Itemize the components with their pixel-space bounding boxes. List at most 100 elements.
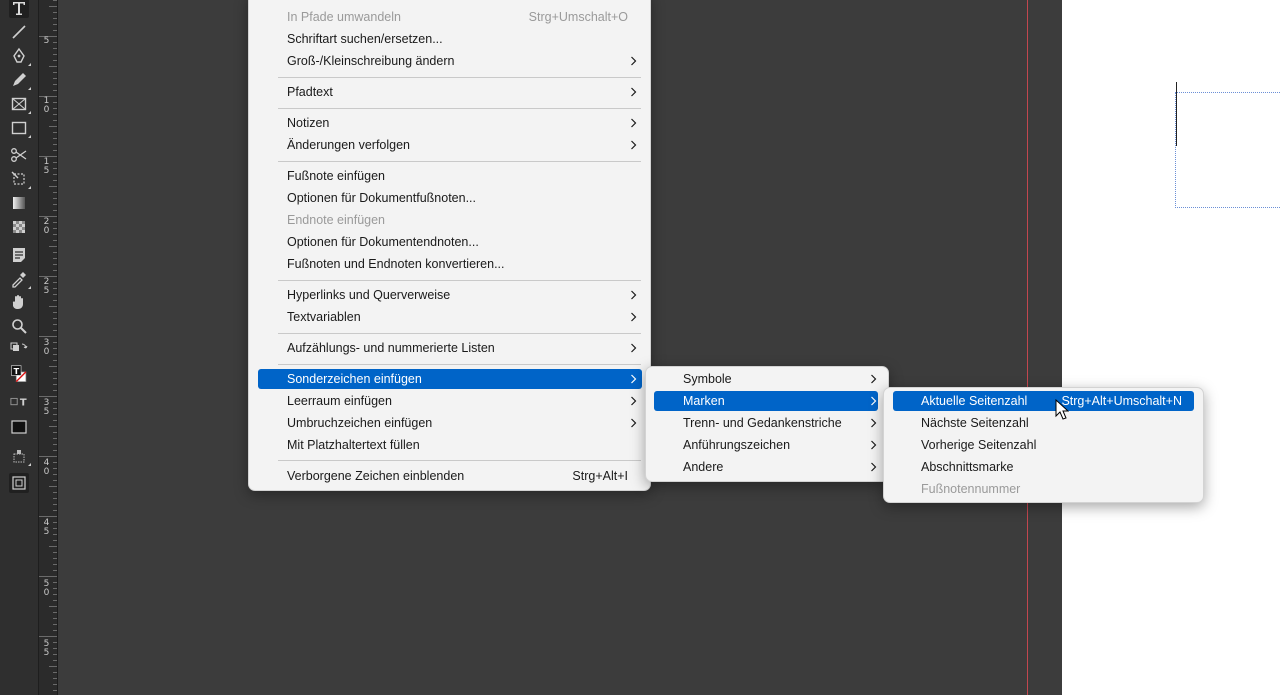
view-mode-icon[interactable] (9, 473, 29, 493)
menu-item-aktuelle-seitenzahl[interactable]: Aktuelle Seitenzahl Strg+Alt+Umschalt+N (893, 391, 1194, 411)
ruler-tick (39, 636, 57, 637)
ruler-label: 5 (43, 527, 50, 538)
pen-tool-icon[interactable] (9, 46, 31, 66)
menu-item-abschnittsmarke[interactable]: Abschnittsmarke (893, 457, 1194, 477)
ruler-tick (53, 258, 57, 259)
vertical-ruler: 51015202530354045505560 (39, 0, 58, 695)
gradient-feather-tool-icon[interactable] (9, 217, 29, 237)
mouse-cursor-icon (1055, 399, 1069, 420)
pencil-tool-icon[interactable] (9, 70, 31, 90)
ruler-tick (53, 234, 57, 235)
menu-item-label: Textvariablen (287, 310, 361, 324)
rectangle-tool-icon[interactable] (9, 118, 31, 138)
ruler-tick (53, 30, 57, 31)
scissors-tool-icon[interactable] (9, 145, 29, 165)
menu-item-leerraum-einfugen[interactable]: Leerraum einfügen (258, 391, 642, 411)
ruler-tick (53, 24, 57, 25)
menu-item-anfuhrungszeichen[interactable]: Anführungszeichen (654, 435, 878, 455)
menu-item-label: Abschnittsmarke (921, 460, 1014, 474)
menu-item-sonderzeichen-einfugen[interactable]: Sonderzeichen einfügen (258, 369, 642, 389)
menu-item-aufzahlungs-und-nummerierte-listen[interactable]: Aufzählungs- und nummerierte Listen (258, 338, 642, 358)
ruler-tick (53, 354, 57, 355)
menu-item-nachste-seitenzahl[interactable]: Nächste Seitenzahl (893, 413, 1194, 433)
ruler-tick (49, 666, 57, 667)
fill-stroke-swatch-icon[interactable]: T (7, 361, 31, 387)
ruler-tick (53, 270, 57, 271)
ruler-label: 5 (43, 36, 50, 46)
ruler-tick (53, 18, 57, 19)
ruler-tick (53, 384, 57, 385)
ruler-tick (53, 480, 57, 481)
type-tool-icon[interactable] (9, 0, 29, 18)
menu-item-notizen[interactable]: Notizen (258, 113, 642, 133)
ruler-tick (53, 588, 57, 589)
menu-item-marken[interactable]: Marken (654, 391, 878, 411)
ruler-tick (53, 78, 57, 79)
ruler-tick (53, 654, 57, 655)
ruler-tick (53, 330, 57, 331)
ruler-tick (53, 102, 57, 103)
zoom-tool-icon[interactable] (9, 316, 29, 336)
menu-item-label: Optionen für Dokumentfußnoten... (287, 191, 476, 205)
ruler-tick (53, 222, 57, 223)
menu-item-hyperlinks-und-querverweise[interactable]: Hyperlinks und Querverweise (258, 285, 642, 305)
menu-separator (278, 280, 641, 281)
ruler-label: 0 (43, 346, 50, 357)
menu-item-symbole[interactable]: Symbole (654, 369, 878, 389)
menu-item-label: Trenn- und Gedankenstriche (683, 416, 842, 430)
menu-item-label: Vorherige Seitenzahl (921, 438, 1037, 452)
ruler-tick (53, 660, 57, 661)
text-frame[interactable] (1175, 92, 1280, 208)
ruler-tick (53, 192, 57, 193)
ruler-tick (53, 522, 57, 523)
swap-colors-icon[interactable] (9, 341, 29, 355)
ruler-tick (53, 372, 57, 373)
menu-item-label: In Pfade umwandeln (287, 10, 401, 24)
menu-separator (278, 460, 641, 461)
menu-item-andere[interactable]: Andere (654, 457, 878, 477)
note-tool-icon[interactable] (9, 245, 29, 265)
menu-item-shortcut: Strg+Umschalt+O (528, 10, 628, 24)
menu-item-textvariablen[interactable]: Textvariablen (258, 307, 642, 327)
free-transform-tool-icon[interactable] (9, 169, 31, 189)
menu-separator (278, 161, 641, 162)
menu-item-vorherige-seitenzahl[interactable]: Vorherige Seitenzahl (893, 435, 1194, 455)
menu-item-trenn-und-gedankenstriche[interactable]: Trenn- und Gedankenstriche (654, 413, 878, 433)
menu-item-mit-platzhaltertext-fullen[interactable]: Mit Platzhaltertext füllen (258, 435, 642, 455)
gradient-swatch-tool-icon[interactable] (9, 193, 29, 213)
submenu-chevron-icon (630, 374, 637, 384)
ruler-tick (53, 318, 57, 319)
menu-item-label: Notizen (287, 116, 330, 130)
menu-item-fussnoten-und-endnoten-konvertieren[interactable]: Fußnoten und Endnoten konvertieren... (258, 254, 642, 274)
menu-item-optionen-fur-dokumentfussnoten[interactable]: Optionen für Dokumentfußnoten... (258, 188, 642, 208)
ruler-label: 0 (43, 467, 50, 478)
formatting-affects-container-icon[interactable]: T (9, 394, 29, 410)
ruler-tick (53, 300, 57, 301)
bleed-guide (1027, 0, 1028, 695)
ruler-tick (39, 516, 57, 517)
submenu-chevron-icon (630, 87, 637, 97)
ruler-tick (53, 72, 57, 73)
menu-item-umbruchzeichen-einfugen[interactable]: Umbruchzeichen einfügen (258, 413, 642, 433)
menu-item-label: Schriftart suchen/ersetzen... (287, 32, 443, 46)
menu-item-fussnote-einfugen[interactable]: Fußnote einfügen (258, 166, 642, 186)
eyedropper-tool-icon[interactable] (9, 269, 31, 289)
rectangle-frame-tool-icon[interactable] (9, 94, 31, 114)
hand-tool-icon[interactable] (9, 292, 29, 312)
submenu-chevron-icon (870, 374, 877, 384)
screen-mode-icon[interactable] (9, 446, 31, 466)
menu-item-optionen-fur-dokumentendnoten[interactable]: Optionen für Dokumentendnoten... (258, 232, 642, 252)
menu-item-gross-kleinschreibung-andern[interactable]: Groß-/Kleinschreibung ändern (258, 51, 642, 71)
ruler-tick (53, 690, 57, 691)
line-tool-icon[interactable] (9, 22, 29, 42)
svg-text:T: T (13, 366, 19, 376)
menu-item-label: Fußnoten und Endnoten konvertieren... (287, 257, 505, 271)
menu-item-verborgene-zeichen-einblenden[interactable]: Verborgene Zeichen einblenden Strg+Alt+I (258, 466, 642, 486)
apply-color-icon[interactable] (9, 417, 29, 437)
menu-item-schriftart-suchen-ersetzen[interactable]: Schriftart suchen/ersetzen... (258, 29, 642, 49)
menu-item-label: Andere (683, 460, 724, 474)
ruler-tick (53, 474, 57, 475)
menu-item-pfadtext[interactable]: Pfadtext (258, 82, 642, 102)
menu-item-anderungen-verfolgen[interactable]: Änderungen verfolgen (258, 135, 642, 155)
markers-submenu: Aktuelle Seitenzahl Strg+Alt+Umschalt+N Nä… (883, 387, 1204, 503)
